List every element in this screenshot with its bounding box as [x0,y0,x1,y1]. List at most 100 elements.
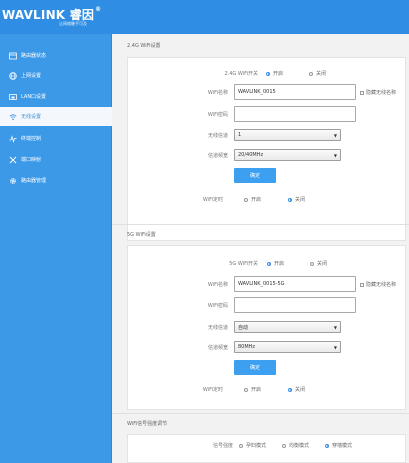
sidebar: 路由器状态 上网设置 LAN口设置 无线设置 终端控制 端口映射 路由器管理 [0,34,112,463]
router-status-icon [8,52,17,60]
tools-icon [8,156,17,164]
checkbox-label: 隐藏无线名称 [366,90,397,96]
wifi24-switch-on-radio[interactable]: 开启 [266,70,283,77]
globe-icon [8,71,17,80]
radio-label: 穿墙模式 [332,443,353,449]
wifi5-confirm-button[interactable]: 确定 [234,360,276,375]
wifi5-ssid-input[interactable]: WAVLINK_0015-5G [234,276,356,292]
sidebar-item-label: LAN口设置 [21,94,47,100]
section-title-5g: 5G WiFi设置 [127,232,156,238]
sidebar-item-label: 路由器管理 [21,178,47,184]
select-value: 1 [238,132,242,138]
lan-port-icon [8,93,17,101]
select-value: 80MHz [238,344,256,350]
wifi5-password-label: WiFi密码 [207,303,228,309]
wifi24-ssid-input[interactable]: WAVLINK_0015 [234,84,356,100]
wifi-icon [8,113,17,121]
main-content: 2.4G WiFi设置 2.4G WiFi开关 开启 关闭 WiFi名称 WAV… [112,34,409,463]
radio-selected-icon [266,71,270,76]
wifi5-hide-ssid-checkbox[interactable]: 隐藏无线名称 [360,281,396,288]
radio-unselected-icon [244,197,248,202]
wifi24-timer-off-radio[interactable]: 关闭 [288,196,305,203]
chevron-down-icon: ▼ [333,325,337,330]
sidebar-item-label: 端口映射 [21,157,42,163]
wifi5-password-input[interactable] [234,297,356,313]
wifi24-bandwidth-select[interactable]: 20/40MHz ▼ [234,149,341,161]
wifi5-bandwidth-label: 信道频宽 [207,345,228,351]
wifi24-password-input[interactable] [234,106,356,122]
sidebar-item-wireless[interactable]: 无线设置 [0,107,112,126]
radio-selected-icon [267,261,271,266]
select-value: 自动 [238,324,249,331]
radio-unselected-icon [282,443,286,448]
sidebar-item-label: 上网设置 [21,73,42,79]
activity-icon [8,134,17,143]
signal-option-pregnant[interactable]: 孕妇模式 [239,442,266,449]
wifi24-switch-label: 2.4G WiFi开关 [224,71,258,77]
radio-selected-icon [288,387,292,392]
wifi5-timer-on-radio[interactable]: 开启 [244,386,261,393]
radio-label: 关闭 [295,387,306,393]
section-title-signal: WiFi信号强度调节 [127,421,168,427]
wifi5-switch-off-radio[interactable]: 关闭 [310,260,327,267]
wifi24-timer-on-radio[interactable]: 开启 [244,196,261,203]
sidebar-item-label: 终端控制 [21,136,42,142]
sidebar-item-port-mapping[interactable]: 端口映射 [4,150,112,169]
wifi5-ssid-label: WiFi名称 [207,282,228,288]
checkbox-icon [360,282,364,287]
section-title-24g: 2.4G WiFi设置 [127,43,161,49]
radio-unselected-icon [310,261,314,266]
wifi24-bandwidth-label: 信道频宽 [207,153,228,159]
signal-option-wall-penetrating[interactable]: 穿墙模式 [325,442,352,449]
wifi24-channel-label: 无线信道 [207,133,228,139]
signal-card: 信号强度 孕妇模式 均衡模式 穿墙模式 [127,434,406,463]
checkbox-label: 隐藏无线名称 [366,282,397,288]
radio-label: 关闭 [316,71,327,77]
section-divider [112,224,409,225]
registered-mark: ® [95,6,102,13]
select-value: 20/40MHz [238,152,264,158]
sidebar-item-label: 无线设置 [21,114,42,120]
wifi5-channel-label: 无线信道 [207,325,228,331]
wifi24-timer-label: WiFi定时 [202,197,223,203]
radio-label: 开启 [274,261,285,267]
radio-label: 关闭 [295,197,306,203]
radio-selected-icon [325,443,329,448]
sidebar-item-terminal-control[interactable]: 终端控制 [4,129,112,148]
wifi24-confirm-button[interactable]: 确定 [234,168,276,183]
wifi5-timer-off-radio[interactable]: 关闭 [288,386,305,393]
wifi5-switch-label: 5G WiFi开关 [229,261,258,267]
brand-slogan: 让网络触手可及 [59,21,87,26]
sidebar-item-router-status[interactable]: 路由器状态 [4,46,112,65]
wifi24-hide-ssid-checkbox[interactable]: 隐藏无线名称 [360,89,396,96]
wifi5-channel-select[interactable]: 自动 ▼ [234,321,341,333]
wifi5-card: 5G WiFi开关 开启 关闭 WiFi名称 WAVLINK_0015-5G 隐… [127,245,406,410]
radio-label: 均衡模式 [289,443,310,449]
wifi24-switch-off-radio[interactable]: 关闭 [309,70,326,77]
sidebar-item-lan[interactable]: LAN口设置 [4,87,112,106]
wifi5-timer-label: WiFi定时 [202,387,223,393]
radio-selected-icon [288,197,292,202]
wifi24-channel-select[interactable]: 1 ▼ [234,129,341,141]
chevron-down-icon: ▼ [333,345,337,350]
radio-unselected-icon [309,71,313,76]
gear-icon [8,177,17,185]
wifi5-bandwidth-select[interactable]: 80MHz ▼ [234,341,341,353]
checkbox-icon [360,90,364,95]
section-divider [112,413,409,414]
radio-label: 孕妇模式 [246,443,267,449]
top-header-bar: WAVLINK 睿因® 让网络触手可及 [0,0,409,34]
sidebar-item-internet[interactable]: 上网设置 [4,66,112,85]
wifi5-switch-on-radio[interactable]: 开启 [267,260,284,267]
radio-unselected-icon [244,387,248,392]
radio-unselected-icon [239,443,243,448]
radio-label: 关闭 [317,261,328,267]
radio-label: 开启 [273,71,284,77]
radio-label: 开启 [251,197,262,203]
radio-label: 开启 [251,387,262,393]
signal-option-balanced[interactable]: 均衡模式 [282,442,309,449]
wifi24-password-label: WiFi密码 [207,112,228,118]
logo-text: WAVLINK 睿因 [2,8,95,22]
sidebar-item-router-management[interactable]: 路由器管理 [4,171,112,190]
chevron-down-icon: ▼ [333,153,337,158]
